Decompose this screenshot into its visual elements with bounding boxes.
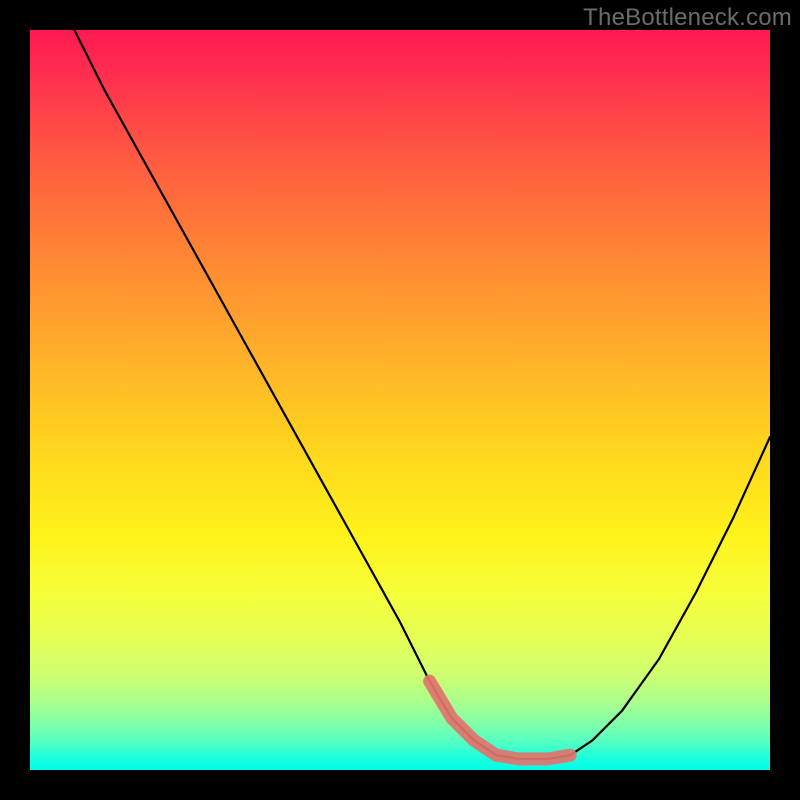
chart-frame: TheBottleneck.com [0,0,800,800]
bottleneck-curve-path [74,30,770,759]
watermark-label: TheBottleneck.com [583,4,792,32]
curve-svg [30,30,770,770]
optimal-range-highlight [430,681,571,759]
plot-area [30,30,770,770]
